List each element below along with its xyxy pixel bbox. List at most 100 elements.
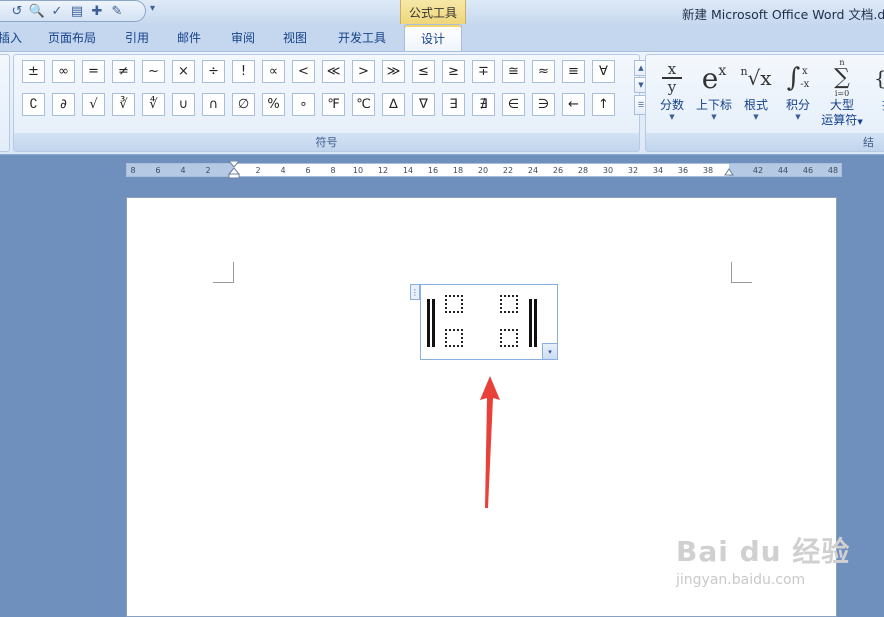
symbol-button[interactable]: ∄	[472, 93, 495, 116]
symbol-button[interactable]: ℉	[322, 93, 345, 116]
integral-button[interactable]: ∫ x -x 积分 ▼	[776, 59, 820, 133]
ruler-tick-label: 18	[452, 166, 464, 175]
symbol-button[interactable]: >	[352, 60, 375, 83]
symbol-button[interactable]: ∘	[292, 93, 315, 116]
symbol-button[interactable]: ≠	[112, 60, 135, 83]
tab-mailings[interactable]: 邮件	[170, 24, 208, 51]
fraction-icon: x y	[650, 59, 694, 97]
ruler-tick-label: 8	[130, 166, 136, 175]
symbol-button[interactable]: ≅	[502, 60, 525, 83]
symbol-button[interactable]: ≈	[532, 60, 555, 83]
matrix-placeholder[interactable]	[500, 295, 518, 313]
symbol-button[interactable]: ~	[142, 60, 165, 83]
symbol-button[interactable]: ∂	[52, 93, 75, 116]
symbol-button[interactable]: ≪	[322, 60, 345, 83]
symbol-button[interactable]: =	[82, 60, 105, 83]
symbol-button[interactable]: !	[232, 60, 255, 83]
matrix-placeholder[interactable]	[500, 329, 518, 347]
document-icon[interactable]: ▤	[68, 2, 86, 20]
matrix-placeholder[interactable]	[445, 295, 463, 313]
script-button[interactable]: ex 上下标 ▼	[692, 59, 736, 133]
chevron-down-icon: ▼	[669, 113, 675, 121]
qat-customize-icon[interactable]: ▾	[150, 3, 155, 14]
symbol-button[interactable]: <	[292, 60, 315, 83]
symbol-button[interactable]: ∁	[22, 93, 45, 116]
margin-corner-top-left	[213, 262, 234, 283]
indent-marker-icon[interactable]	[228, 161, 240, 179]
symbol-button[interactable]: ÷	[202, 60, 225, 83]
ruler-tick-label: 20	[477, 166, 489, 175]
symbol-button[interactable]: ∇	[412, 93, 435, 116]
integral-icon: ∫ x -x	[786, 63, 810, 93]
tab-insert[interactable]: 插入	[0, 24, 24, 51]
norm-left-bar	[427, 299, 430, 347]
equation-box[interactable]	[420, 284, 558, 360]
symbol-button[interactable]: ←	[562, 93, 585, 116]
symbol-button[interactable]: ∈	[502, 93, 525, 116]
ruler-tick-label: 36	[677, 166, 689, 175]
tab-review[interactable]: 审阅	[224, 24, 262, 51]
watermark-url: jingyan.baidu.com	[676, 572, 806, 588]
norm-left-bar	[432, 299, 435, 347]
radical-button[interactable]: n √x 根式 ▼	[734, 59, 778, 133]
symbol-button[interactable]: ∝	[262, 60, 285, 83]
ruler-tick-label: 24	[527, 166, 539, 175]
symbol-button[interactable]: ∃	[442, 93, 465, 116]
undo-icon[interactable]: ↺	[8, 2, 26, 20]
norm-right-bar	[529, 299, 532, 347]
symbol-button[interactable]: ≥	[442, 60, 465, 83]
ruler-tick-label: 44	[777, 166, 789, 175]
symbol-button[interactable]: ↑	[592, 93, 615, 116]
red-arrow-annotation-icon	[480, 376, 500, 508]
bracket-button[interactable]: {() 括	[868, 59, 884, 133]
equation-handle-icon[interactable]: ⋮	[410, 284, 420, 300]
ruler-tick-label: 30	[602, 166, 614, 175]
ruler-tick-label: 28	[577, 166, 589, 175]
symbol-button[interactable]: %	[262, 93, 285, 116]
symbol-button[interactable]: ∩	[202, 93, 225, 116]
equation-options-dropdown[interactable]: ▾	[542, 343, 558, 360]
symbol-button[interactable]: ∓	[472, 60, 495, 83]
matrix-placeholder[interactable]	[445, 329, 463, 347]
summation-icon: n ∑ i=0	[834, 58, 850, 98]
symbol-button[interactable]: √	[82, 93, 105, 116]
symbol-button[interactable]: ℃	[352, 93, 375, 116]
symbol-button[interactable]: ≫	[382, 60, 405, 83]
symbol-button[interactable]: ≡	[562, 60, 585, 83]
baidu-watermark: Bai du 经验 jingyan.baidu.com	[676, 530, 876, 588]
structures-group: x y 分数 ▼ ex 上下标 ▼ n √x 根式 ▼ ∫ x -x 积分 ▼ …	[645, 54, 884, 152]
symbol-button[interactable]: ∀	[592, 60, 615, 83]
draw-icon[interactable]: ✎	[108, 2, 126, 20]
tab-view[interactable]: 视图	[276, 24, 314, 51]
ruler-tick-label: 14	[402, 166, 414, 175]
chevron-down-icon: ▼	[753, 113, 759, 121]
symbol-button[interactable]: ≤	[412, 60, 435, 83]
symbol-button[interactable]: ∆	[382, 93, 405, 116]
horizontal-ruler[interactable]: 8 6 4 2 2 4 6 8 10 12 14 16 18 20 22 24 26 28 30 32 34 36 38 42…	[126, 161, 842, 179]
print-preview-icon[interactable]: 🔍	[28, 2, 46, 20]
equation-tools-context-title: 公式工具	[400, 0, 466, 24]
ruler-tick-label: 2	[205, 166, 211, 175]
insert-icon[interactable]: ✚	[88, 2, 106, 20]
margin-corner-top-right	[731, 262, 752, 283]
ruler-tick-label: 38	[702, 166, 714, 175]
tab-developer[interactable]: 开发工具	[330, 24, 394, 51]
symbol-button[interactable]: ∪	[172, 93, 195, 116]
symbol-button[interactable]: ∜	[142, 93, 165, 116]
symbol-button[interactable]: ∅	[232, 93, 255, 116]
tab-page-layout[interactable]: 页面布局	[40, 24, 104, 51]
large-operator-button[interactable]: n ∑ i=0 大型 运算符▼	[818, 58, 866, 133]
watermark-brand: Bai du 经验	[676, 535, 851, 568]
ruler-tick-label: 16	[427, 166, 439, 175]
fraction-button[interactable]: x y 分数 ▼	[650, 59, 694, 133]
tab-design[interactable]: 设计	[404, 24, 462, 51]
symbol-button[interactable]: ∛	[112, 93, 135, 116]
symbol-button[interactable]: ∞	[52, 60, 75, 83]
spelling-icon[interactable]: ✓	[48, 2, 66, 20]
right-indent-marker-icon[interactable]	[724, 168, 734, 176]
symbol-button[interactable]: ∋	[532, 93, 555, 116]
tab-references[interactable]: 引用	[118, 24, 156, 51]
symbol-button[interactable]: ×	[172, 60, 195, 83]
ruler-tick-label: 8	[330, 166, 336, 175]
symbol-button[interactable]: ±	[22, 60, 45, 83]
